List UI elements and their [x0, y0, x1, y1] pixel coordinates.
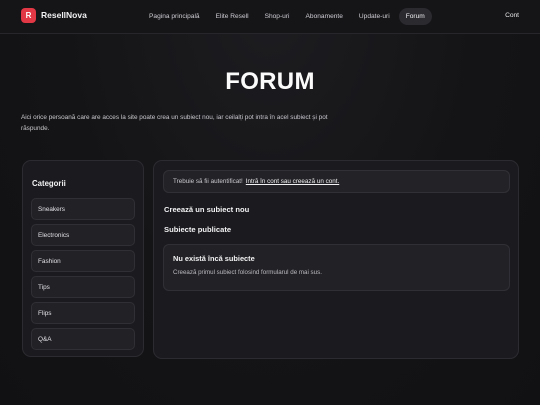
category-electronics[interactable]: Electronics — [31, 224, 135, 246]
category-sneakers[interactable]: Sneakers — [31, 198, 135, 220]
auth-alert: Trebuie să fii autentificat! Intră în co… — [163, 170, 510, 193]
nav-link-shops[interactable]: Shop-uri — [258, 8, 297, 25]
auth-alert-text: Trebuie să fii autentificat! — [173, 178, 243, 185]
logo-icon[interactable]: R — [21, 8, 36, 23]
sidebar-title: Categorii — [32, 179, 66, 188]
page-description: Aici orice persoană care are acces la si… — [21, 114, 328, 132]
category-list: Sneakers Electronics Fashion Tips Flips … — [31, 198, 135, 354]
login-register-link[interactable]: Intră în cont sau creează un cont. — [246, 178, 339, 185]
nav-link-elite-resell[interactable]: Elite Resell — [209, 8, 256, 25]
category-flips[interactable]: Flips — [31, 302, 135, 324]
nav-links: Pagina principală Elite Resell Shop-uri … — [142, 7, 432, 26]
create-topic-title: Creează un subiect nou — [164, 205, 250, 214]
forum-main-panel: Trebuie să fii autentificat! Intră în co… — [153, 160, 519, 359]
nav-link-subscriptions[interactable]: Abonamente — [299, 8, 350, 25]
categories-sidebar: Categorii Sneakers Electronics Fashion T… — [22, 160, 144, 357]
account-link[interactable]: Cont — [505, 12, 519, 19]
nav-link-forum[interactable]: Forum — [398, 8, 432, 25]
nav-link-home[interactable]: Pagina principală — [142, 8, 207, 25]
empty-topics-description: Creează primul subiect folosind formular… — [173, 269, 322, 276]
page-title: FORUM — [225, 68, 315, 95]
nav-link-updates[interactable]: Update-uri — [352, 8, 397, 25]
brand-name[interactable]: ResellNova — [41, 10, 87, 20]
category-tips[interactable]: Tips — [31, 276, 135, 298]
category-fashion[interactable]: Fashion — [31, 250, 135, 272]
empty-topics-title: Nu există încă subiecte — [173, 254, 255, 263]
top-navbar: R ResellNova Pagina principală Elite Res… — [0, 0, 540, 34]
empty-topics-box: Nu există încă subiecte Creează primul s… — [163, 244, 510, 291]
published-topics-title: Subiecte publicate — [164, 225, 232, 234]
category-qa[interactable]: Q&A — [31, 328, 135, 350]
